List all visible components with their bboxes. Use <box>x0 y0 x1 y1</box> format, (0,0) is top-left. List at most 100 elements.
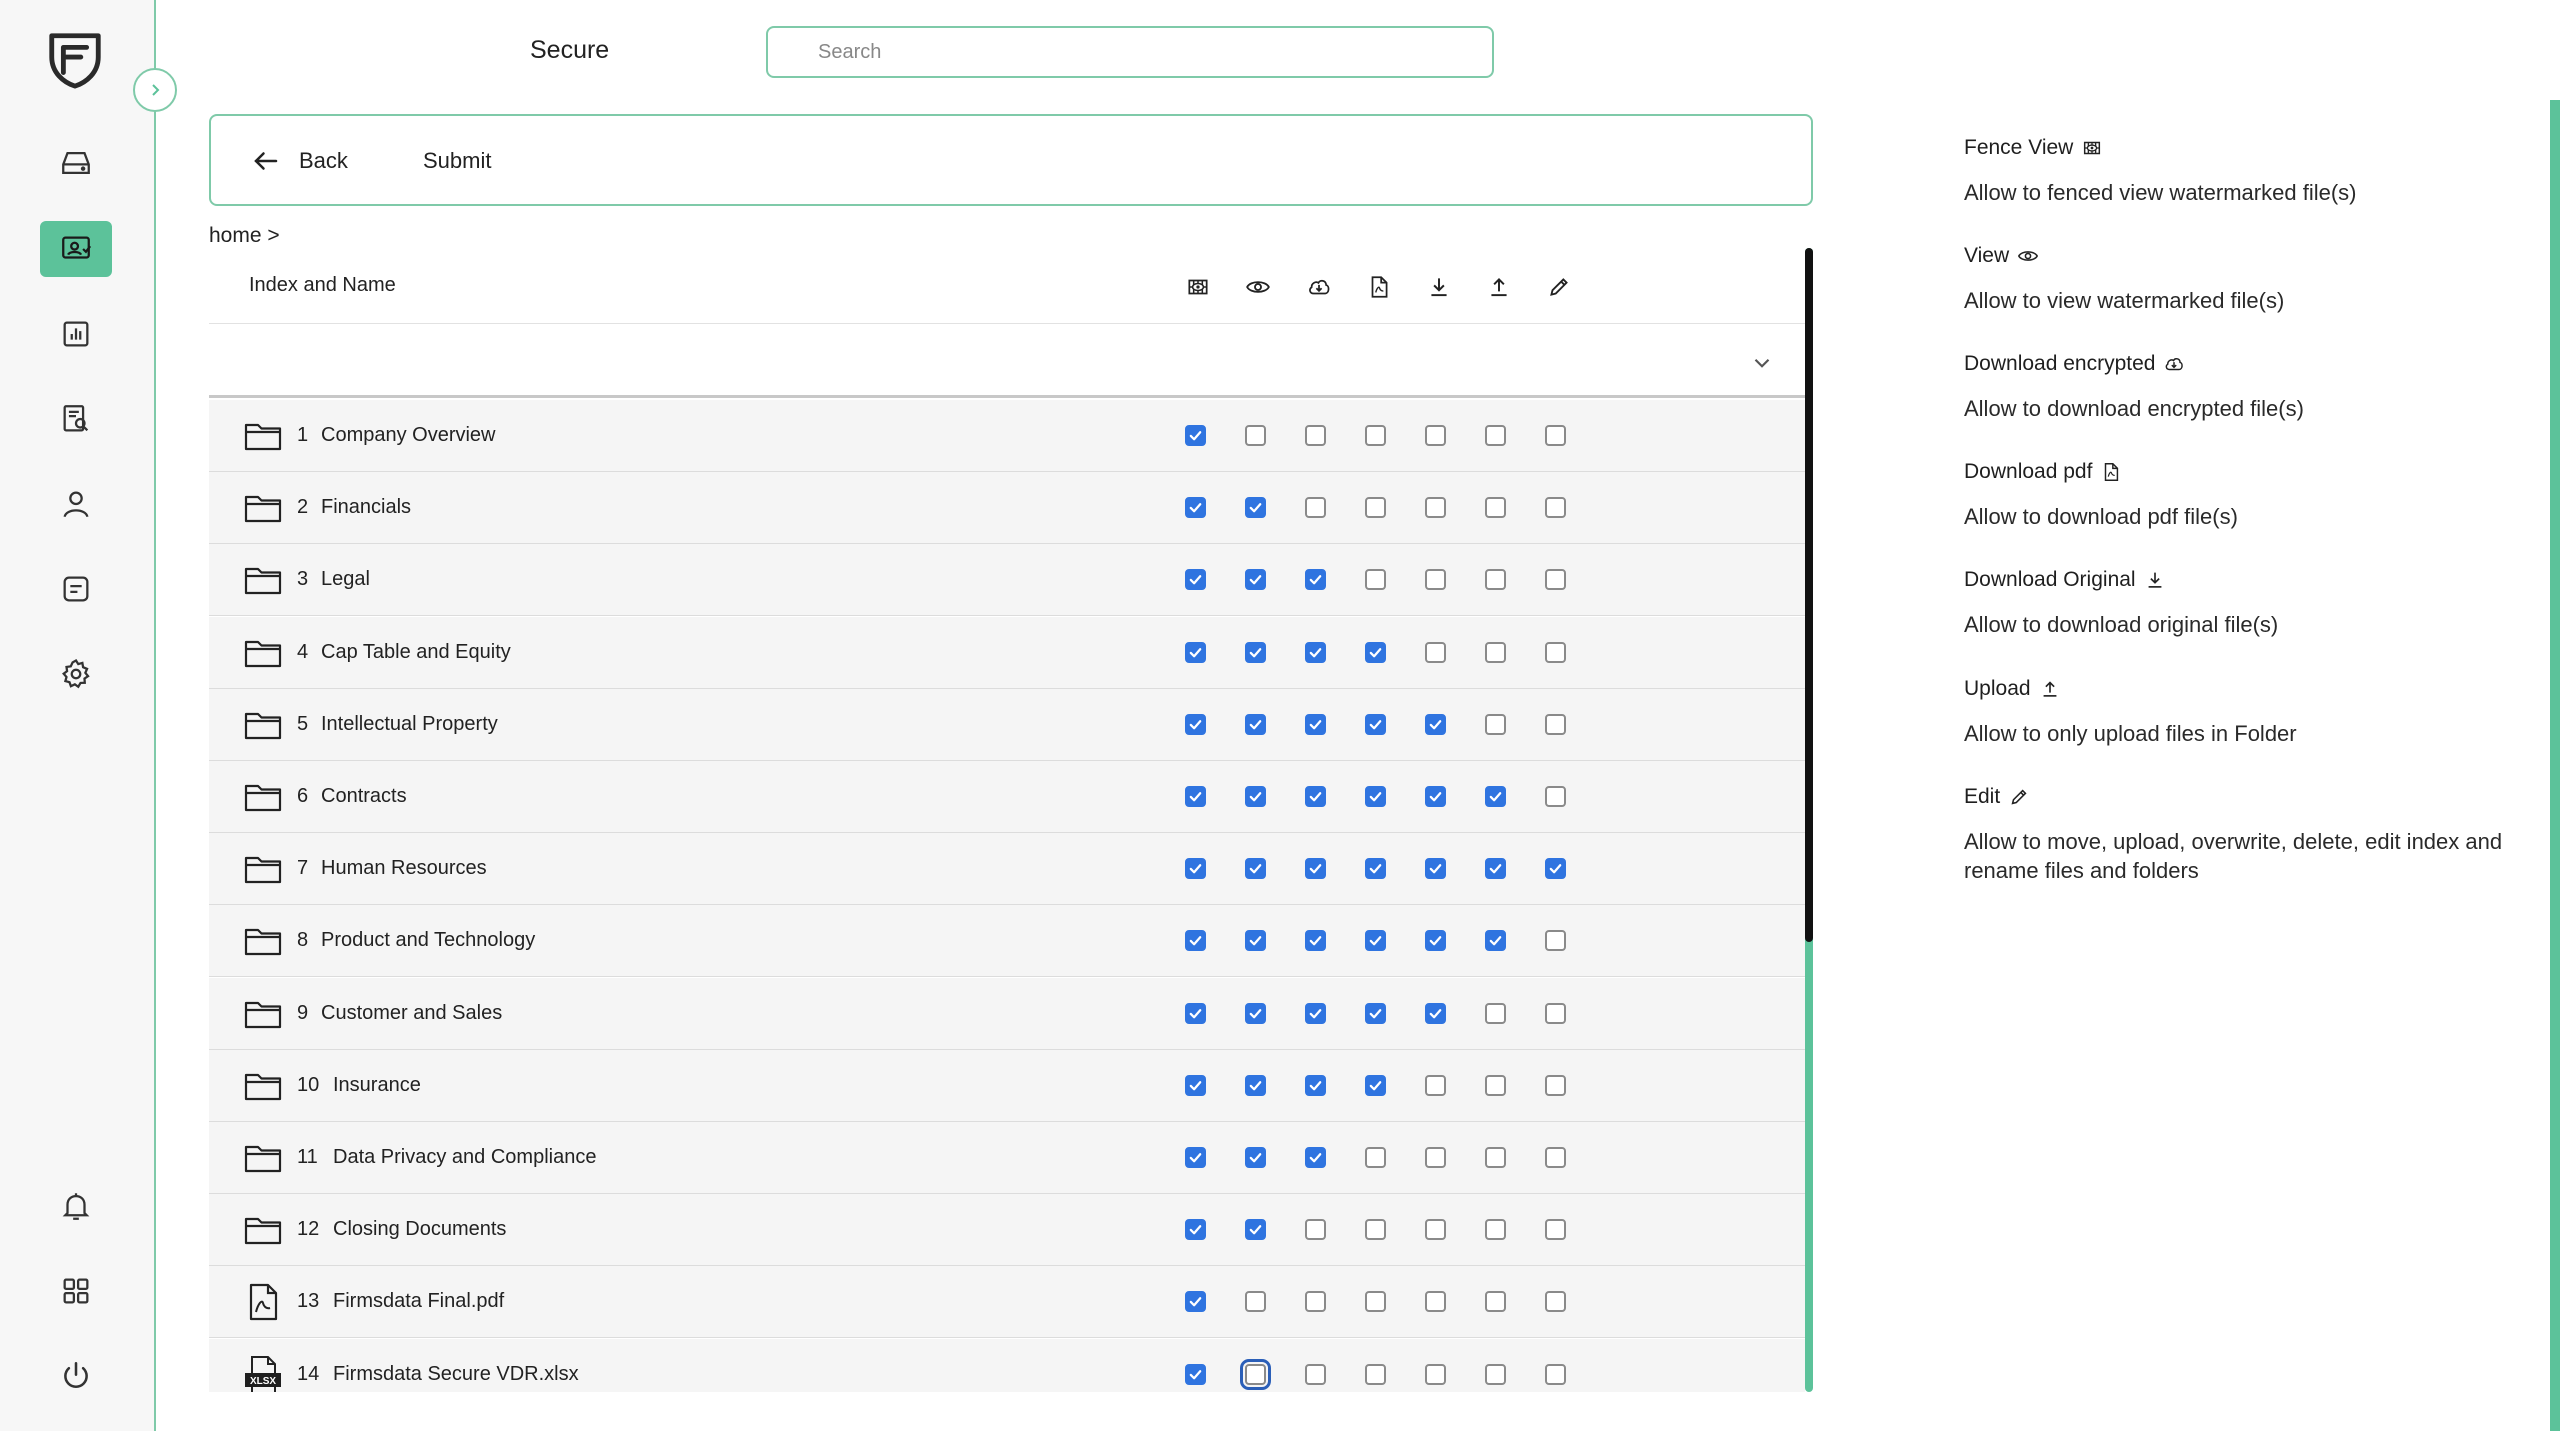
permission-checkbox-download-pdf[interactable] <box>1365 1291 1386 1313</box>
permission-checkbox-download-original[interactable] <box>1425 497 1446 519</box>
permission-checkbox-view[interactable] <box>1245 1219 1266 1241</box>
permission-checkbox-upload[interactable] <box>1485 1074 1506 1096</box>
permission-checkbox-view[interactable] <box>1245 569 1266 591</box>
permission-checkbox-edit[interactable] <box>1545 1291 1566 1313</box>
nav-logout[interactable] <box>40 1348 112 1404</box>
table-row[interactable]: 8 Product and Technology <box>209 905 1805 978</box>
permission-checkbox-edit[interactable] <box>1545 641 1566 663</box>
permission-checkbox-fence-view[interactable] <box>1185 497 1206 519</box>
permission-checkbox-fence-view[interactable] <box>1185 425 1206 446</box>
permission-checkbox-fence-view[interactable] <box>1185 786 1206 807</box>
table-row[interactable]: 9 Customer and Sales <box>209 977 1805 1050</box>
permission-checkbox-download-encrypted[interactable] <box>1305 569 1326 591</box>
table-row[interactable]: 11 Data Privacy and Compliance <box>209 1122 1805 1194</box>
permission-checkbox-fence-view[interactable] <box>1185 858 1206 880</box>
permission-checkbox-upload[interactable] <box>1485 641 1506 663</box>
permission-checkbox-upload[interactable] <box>1485 1291 1506 1313</box>
table-row[interactable]: XLSX 14 Firmsdata Secure VDR.xlsx <box>209 1338 1805 1392</box>
permission-checkbox-download-encrypted[interactable] <box>1305 1291 1326 1313</box>
row-name[interactable]: Cap Table and Equity <box>321 641 511 664</box>
permission-checkbox-fence-view[interactable] <box>1185 641 1206 663</box>
permission-checkbox-view[interactable] <box>1245 1002 1266 1024</box>
permission-checkbox-edit[interactable] <box>1545 569 1566 591</box>
row-name[interactable]: Firmsdata Final.pdf <box>333 1290 504 1313</box>
permission-checkbox-download-encrypted[interactable] <box>1305 641 1326 663</box>
permission-checkbox-download-pdf[interactable] <box>1365 497 1386 519</box>
permission-checkbox-download-pdf[interactable] <box>1365 713 1386 735</box>
nav-audit[interactable] <box>40 391 112 447</box>
permission-checkbox-edit[interactable] <box>1545 1363 1566 1385</box>
permission-checkbox-edit[interactable] <box>1545 425 1566 446</box>
permission-checkbox-view[interactable] <box>1245 497 1266 519</box>
permission-checkbox-download-pdf[interactable] <box>1365 641 1386 663</box>
permission-checkbox-download-original[interactable] <box>1425 1147 1446 1168</box>
search-input[interactable] <box>766 26 1494 78</box>
table-row[interactable]: 2 Financials <box>209 472 1805 545</box>
permission-checkbox-download-original[interactable] <box>1425 1291 1446 1313</box>
permission-checkbox-download-encrypted[interactable] <box>1305 713 1326 735</box>
permission-checkbox-download-original[interactable] <box>1425 786 1446 807</box>
permission-checkbox-view[interactable] <box>1245 858 1266 880</box>
permission-checkbox-download-pdf[interactable] <box>1365 1002 1386 1024</box>
breadcrumb[interactable]: home > <box>209 224 280 248</box>
permission-checkbox-download-pdf[interactable] <box>1365 425 1386 446</box>
permission-checkbox-download-encrypted[interactable] <box>1305 1074 1326 1096</box>
permission-checkbox-upload[interactable] <box>1485 1147 1506 1168</box>
row-name[interactable]: Data Privacy and Compliance <box>333 1146 596 1169</box>
permission-checkbox-download-pdf[interactable] <box>1365 858 1386 880</box>
sidebar-toggle-button[interactable] <box>133 68 177 112</box>
permission-checkbox-download-pdf[interactable] <box>1365 569 1386 591</box>
nav-settings[interactable] <box>40 646 112 702</box>
table-row[interactable]: 5 Intellectual Property <box>209 688 1805 761</box>
permission-checkbox-download-encrypted[interactable] <box>1305 1219 1326 1241</box>
scrollbar-thumb[interactable] <box>1805 248 1813 942</box>
permission-checkbox-upload[interactable] <box>1485 858 1506 880</box>
row-name[interactable]: Closing Documents <box>333 1218 506 1241</box>
nav-permissions[interactable] <box>40 221 112 277</box>
permission-checkbox-edit[interactable] <box>1545 1074 1566 1096</box>
permission-checkbox-download-original[interactable] <box>1425 713 1446 735</box>
nav-notifications[interactable] <box>40 1178 112 1234</box>
permission-checkbox-download-encrypted[interactable] <box>1305 1002 1326 1024</box>
permission-checkbox-upload[interactable] <box>1485 569 1506 591</box>
row-name[interactable]: Contracts <box>321 785 407 808</box>
permission-checkbox-download-original[interactable] <box>1425 858 1446 880</box>
permission-checkbox-download-encrypted[interactable] <box>1305 1147 1326 1168</box>
firmsdata-logo-icon[interactable] <box>44 28 106 90</box>
permission-checkbox-download-original[interactable] <box>1425 425 1446 446</box>
table-row[interactable]: 10 Insurance <box>209 1049 1805 1122</box>
row-name[interactable]: Legal <box>321 568 370 591</box>
permission-checkbox-edit[interactable] <box>1545 786 1566 807</box>
table-row[interactable]: 6 Contracts <box>209 761 1805 833</box>
permission-checkbox-view[interactable] <box>1245 425 1266 446</box>
permission-checkbox-fence-view[interactable] <box>1185 1002 1206 1024</box>
row-name[interactable]: Customer and Sales <box>321 1002 502 1025</box>
permission-checkbox-download-pdf[interactable] <box>1365 1147 1386 1168</box>
permission-checkbox-fence-view[interactable] <box>1185 1074 1206 1096</box>
permission-checkbox-download-original[interactable] <box>1425 569 1446 591</box>
row-name[interactable]: Firmsdata Secure VDR.xlsx <box>333 1363 579 1386</box>
permission-checkbox-download-original[interactable] <box>1425 1219 1446 1241</box>
permission-checkbox-upload[interactable] <box>1485 1363 1506 1385</box>
submit-button[interactable]: Submit <box>423 148 491 174</box>
permission-checkbox-download-original[interactable] <box>1425 1074 1446 1096</box>
row-name[interactable]: Company Overview <box>321 424 496 447</box>
table-row[interactable]: 3 Legal <box>209 544 1805 617</box>
table-row[interactable]: 13 Firmsdata Final.pdf <box>209 1266 1805 1339</box>
permission-checkbox-upload[interactable] <box>1485 713 1506 735</box>
row-name[interactable]: Product and Technology <box>321 929 535 952</box>
permission-checkbox-edit[interactable] <box>1545 713 1566 735</box>
table-row[interactable]: 1 Company Overview <box>209 400 1805 472</box>
permission-checkbox-upload[interactable] <box>1485 786 1506 807</box>
permission-checkbox-edit[interactable] <box>1545 497 1566 519</box>
permission-checkbox-download-encrypted[interactable] <box>1305 497 1326 519</box>
permission-checkbox-view[interactable] <box>1245 1074 1266 1096</box>
permission-checkbox-view[interactable] <box>1245 1147 1266 1168</box>
permission-checkbox-download-encrypted[interactable] <box>1305 425 1326 446</box>
permission-checkbox-upload[interactable] <box>1485 425 1506 446</box>
permission-checkbox-edit[interactable] <box>1545 930 1566 952</box>
permission-checkbox-fence-view[interactable] <box>1185 1147 1206 1168</box>
chevron-down-icon[interactable] <box>1749 350 1775 376</box>
nav-reports[interactable] <box>40 306 112 362</box>
row-name[interactable]: Financials <box>321 496 411 519</box>
